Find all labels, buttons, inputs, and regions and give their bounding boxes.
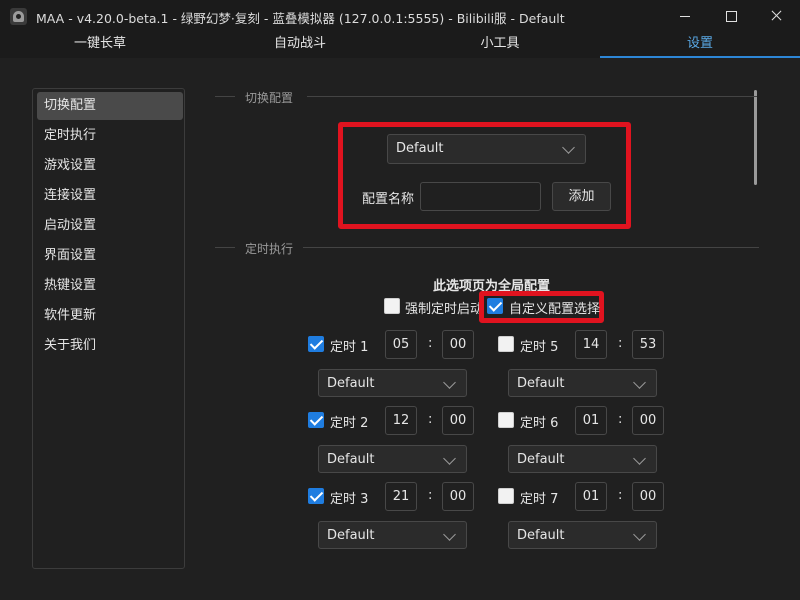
profile-section-header: 切换配置	[245, 91, 294, 105]
app-logo-icon	[10, 8, 27, 25]
settings-sidebar: 切换配置 定时执行 游戏设置 连接设置 启动设置 界面设置 热键设置 软件更新 …	[32, 88, 185, 569]
time-separator: :	[428, 412, 433, 427]
timer-1-hour[interactable]: 05	[385, 330, 417, 359]
timer-7-checkbox[interactable]	[498, 488, 514, 504]
time-separator: :	[618, 336, 623, 351]
tab-settings[interactable]: 设置	[600, 32, 800, 58]
timer-3-checkbox[interactable]	[308, 488, 324, 504]
timer-1-minute[interactable]: 00	[442, 330, 474, 359]
force-start-label: 强制定时启动	[405, 302, 484, 317]
timer-1-profile-value: Default	[327, 376, 375, 391]
tab-auto-battle[interactable]: 自动战斗	[200, 32, 400, 58]
section-divider	[215, 96, 235, 97]
tab-one-key[interactable]: 一键长草	[0, 32, 200, 58]
timer-5-minute[interactable]: 53	[632, 330, 664, 359]
sidebar-item-connection[interactable]: 连接设置	[37, 182, 183, 210]
timer-5-checkbox[interactable]	[498, 336, 514, 352]
profile-name-label: 配置名称	[362, 192, 415, 207]
sidebar-item-game[interactable]: 游戏设置	[37, 152, 183, 180]
minimize-icon[interactable]	[662, 0, 708, 32]
sidebar-item-update[interactable]: 软件更新	[37, 302, 183, 330]
chevron-down-icon	[633, 452, 646, 465]
timer-7-label: 定时 7	[520, 492, 559, 507]
profile-select[interactable]: Default	[387, 134, 586, 164]
timer-2-label: 定时 2	[330, 416, 369, 431]
time-separator: :	[618, 488, 623, 503]
time-separator: :	[618, 412, 623, 427]
timer-3-label: 定时 3	[330, 492, 369, 507]
maximize-icon[interactable]	[708, 0, 754, 32]
timer-3-profile-value: Default	[327, 528, 375, 543]
content-scrollbar[interactable]	[754, 90, 757, 185]
sidebar-item-ui[interactable]: 界面设置	[37, 242, 183, 270]
timer-5-label: 定时 5	[520, 340, 559, 355]
timer-1-label: 定时 1	[330, 340, 369, 355]
chevron-down-icon	[633, 528, 646, 541]
timer-5-hour[interactable]: 14	[575, 330, 607, 359]
add-profile-button[interactable]: 添加	[552, 182, 611, 211]
timer-7-profile-select[interactable]: Default	[508, 521, 657, 549]
profile-select-value: Default	[396, 141, 444, 156]
section-divider	[215, 247, 235, 248]
time-separator: :	[428, 336, 433, 351]
timer-2-minute[interactable]: 00	[442, 406, 474, 435]
window-title: MAA - v4.20.0-beta.1 - 绿野幻梦·复刻 - 蓝叠模拟器 (…	[36, 11, 565, 26]
schedule-section-header: 定时执行	[245, 242, 294, 256]
timer-7-hour[interactable]: 01	[575, 482, 607, 511]
timer-7-minute[interactable]: 00	[632, 482, 664, 511]
main-tab-bar: 一键长草 自动战斗 小工具 设置	[0, 32, 800, 58]
custom-config-checkbox[interactable]	[487, 298, 503, 314]
sidebar-item-schedule[interactable]: 定时执行	[37, 122, 183, 150]
force-start-checkbox[interactable]	[384, 298, 400, 314]
timer-7-profile-value: Default	[517, 528, 565, 543]
timer-3-hour[interactable]: 21	[385, 482, 417, 511]
timer-1-checkbox[interactable]	[308, 336, 324, 352]
chevron-down-icon	[633, 376, 646, 389]
timer-6-profile-value: Default	[517, 452, 565, 467]
profile-name-input[interactable]	[420, 182, 541, 211]
timer-2-checkbox[interactable]	[308, 412, 324, 428]
timer-2-profile-select[interactable]: Default	[318, 445, 467, 473]
close-icon[interactable]	[754, 0, 800, 32]
chevron-down-icon	[443, 528, 456, 541]
section-divider	[303, 247, 759, 248]
time-separator: :	[428, 488, 433, 503]
timer-6-minute[interactable]: 00	[632, 406, 664, 435]
tab-tools[interactable]: 小工具	[400, 32, 600, 58]
custom-config-label: 自定义配置选择	[509, 302, 601, 317]
timer-1-profile-select[interactable]: Default	[318, 369, 467, 397]
sidebar-item-startup[interactable]: 启动设置	[37, 212, 183, 240]
title-bar: MAA - v4.20.0-beta.1 - 绿野幻梦·复刻 - 蓝叠模拟器 (…	[0, 0, 800, 32]
section-divider	[307, 96, 757, 97]
timer-5-profile-select[interactable]: Default	[508, 369, 657, 397]
timer-6-hour[interactable]: 01	[575, 406, 607, 435]
timer-3-profile-select[interactable]: Default	[318, 521, 467, 549]
timer-5-profile-value: Default	[517, 376, 565, 391]
timer-6-label: 定时 6	[520, 416, 559, 431]
chevron-down-icon	[443, 452, 456, 465]
timer-3-minute[interactable]: 00	[442, 482, 474, 511]
sidebar-item-switch-profile[interactable]: 切换配置	[37, 92, 183, 120]
chevron-down-icon	[443, 376, 456, 389]
sidebar-item-hotkeys[interactable]: 热键设置	[37, 272, 183, 300]
chevron-down-icon	[562, 141, 575, 154]
timer-2-hour[interactable]: 12	[385, 406, 417, 435]
timer-2-profile-value: Default	[327, 452, 375, 467]
timer-6-profile-select[interactable]: Default	[508, 445, 657, 473]
timer-6-checkbox[interactable]	[498, 412, 514, 428]
sidebar-item-about[interactable]: 关于我们	[37, 332, 183, 360]
